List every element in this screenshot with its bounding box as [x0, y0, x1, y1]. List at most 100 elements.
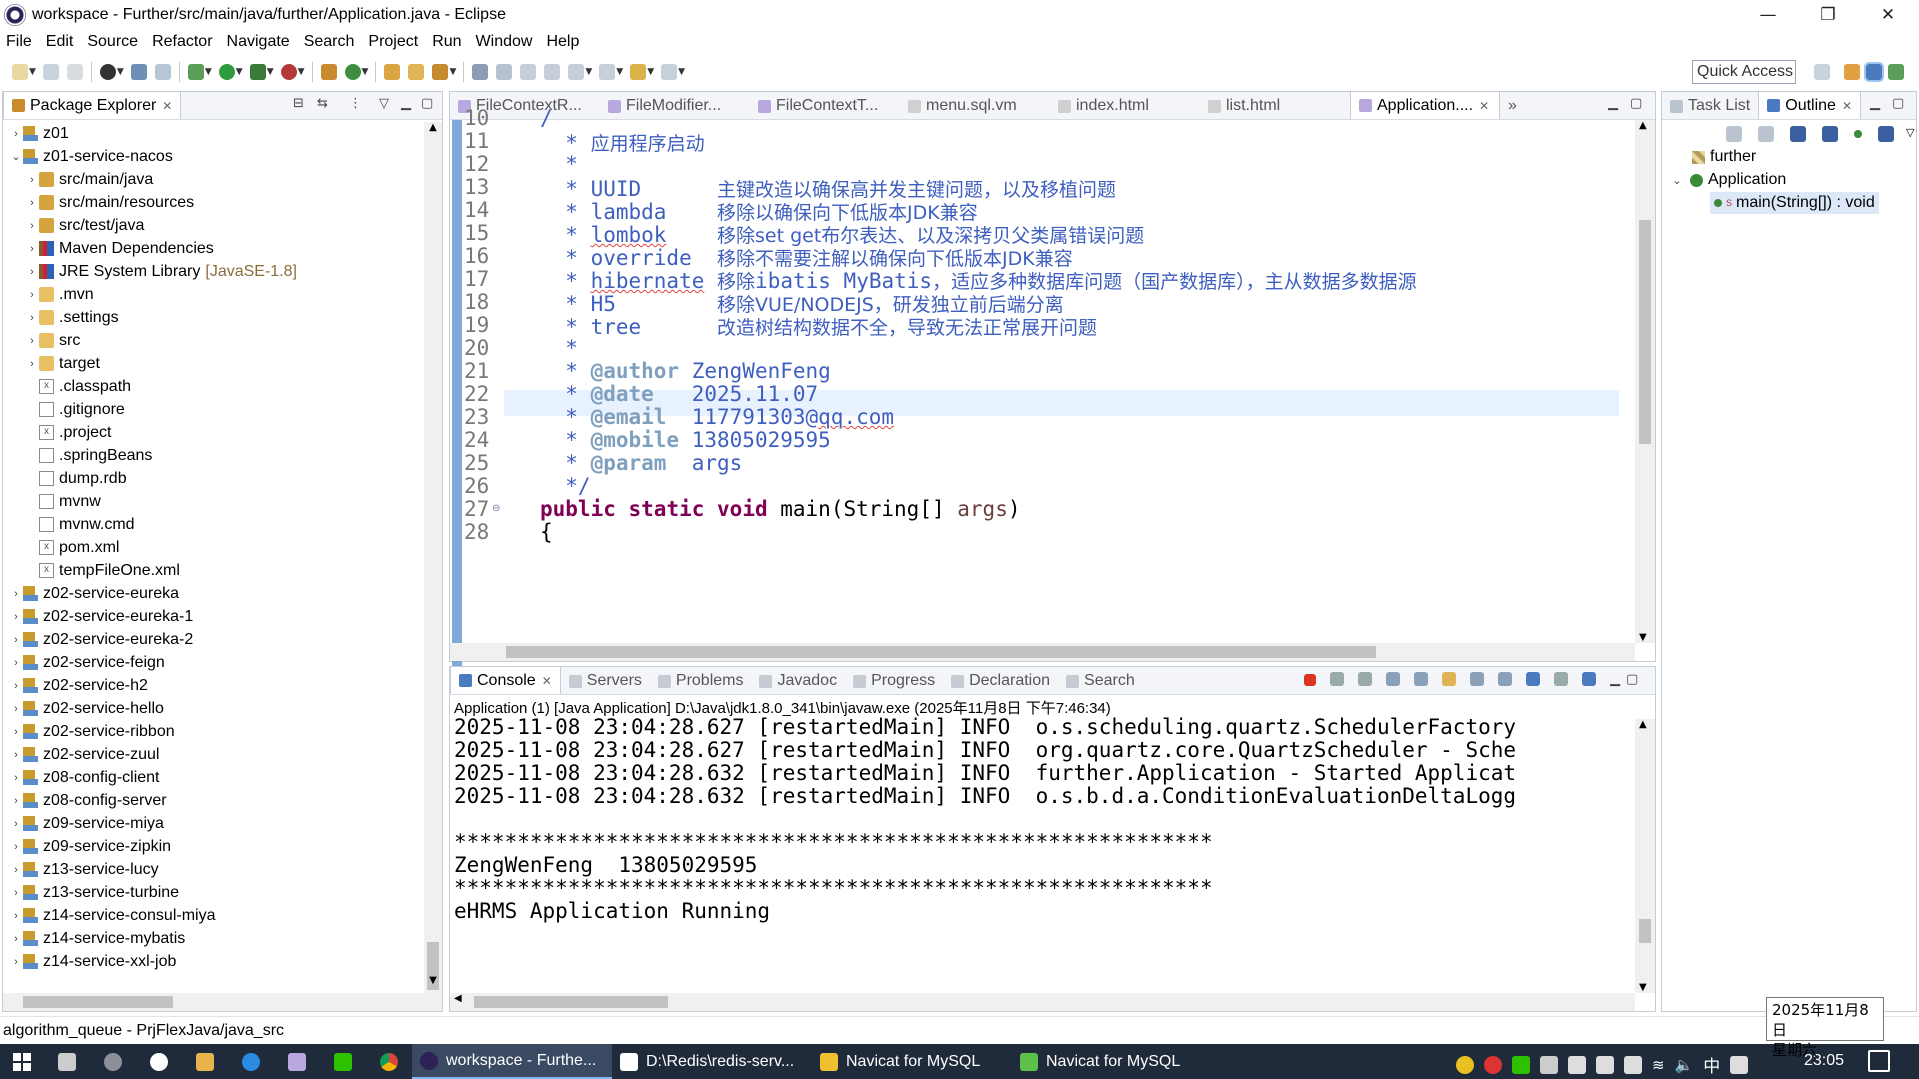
show-stderr-icon[interactable]: [1498, 672, 1512, 686]
tree-item[interactable]: x tempFileOne.xml: [3, 559, 180, 582]
chevron-right-icon[interactable]: ›: [9, 703, 23, 715]
outline-item-package[interactable]: further: [1692, 146, 1756, 168]
view-menu-icon[interactable]: ⋮: [349, 96, 362, 111]
code-line[interactable]: * @email 117791303@qq.com: [540, 405, 894, 429]
tree-item[interactable]: .springBeans: [3, 444, 152, 467]
chevron-down-icon[interactable]: ▼: [585, 67, 592, 77]
tab-outline[interactable]: Outline ✕: [1758, 91, 1862, 119]
chevron-right-icon[interactable]: ›: [9, 818, 23, 830]
show-whitespace-icon[interactable]: [520, 64, 537, 80]
collapse-all-icon[interactable]: ⊟: [293, 96, 304, 111]
tree-item[interactable]: › z13-service-turbine: [3, 881, 179, 904]
tree-item[interactable]: › z13-service-lucy: [3, 858, 158, 881]
tree-item[interactable]: mvnw.cmd: [3, 513, 135, 536]
link-editor-icon[interactable]: ⇆: [317, 96, 328, 111]
console-tab[interactable]: Javadoc: [751, 668, 845, 694]
tree-item[interactable]: › z02-service-eureka: [3, 582, 179, 605]
chevron-down-icon[interactable]: ▼: [205, 67, 212, 77]
hide-fields-icon[interactable]: [1822, 126, 1838, 142]
taskbar-pinned-6[interactable]: [274, 1044, 320, 1079]
chevron-right-icon[interactable]: ›: [25, 243, 39, 255]
chevron-down-icon[interactable]: ▼: [298, 67, 305, 77]
editor-tab[interactable]: list.html: [1200, 93, 1350, 119]
tree-item[interactable]: › JRE System Library [JavaSE-1.8]: [3, 260, 297, 283]
editor-tab[interactable]: Application.... ✕: [1350, 91, 1500, 119]
tree-item[interactable]: x pom.xml: [3, 536, 119, 559]
fold-icon[interactable]: ⊖: [492, 503, 500, 514]
last-edit-location-icon[interactable]: [599, 64, 616, 80]
open-task-icon[interactable]: [408, 64, 425, 80]
debug-perspective-icon[interactable]: [1888, 64, 1904, 80]
scroll-thumb[interactable]: [23, 996, 173, 1008]
chevron-right-icon[interactable]: ›: [25, 289, 39, 301]
word-wrap-icon[interactable]: [1442, 672, 1456, 686]
volume-icon[interactable]: 🔈: [1675, 1056, 1694, 1074]
tree-item[interactable]: › Maven Dependencies: [3, 237, 214, 260]
quick-access-input[interactable]: Quick Access: [1692, 60, 1796, 84]
chevron-down-icon[interactable]: ▼: [29, 67, 36, 77]
tree-item[interactable]: mvnw: [3, 490, 101, 513]
chevron-right-icon[interactable]: ›: [9, 772, 23, 784]
close-button[interactable]: ✕: [1858, 0, 1918, 30]
console-vertical-scrollbar[interactable]: ▲ ▼: [1635, 719, 1655, 993]
menu-window[interactable]: Window: [476, 33, 533, 51]
minimize-view-icon[interactable]: ▁: [1870, 96, 1880, 111]
terminal-icon[interactable]: [130, 64, 147, 80]
close-icon[interactable]: ✕: [1842, 99, 1852, 113]
chevron-right-icon[interactable]: ›: [9, 634, 23, 646]
chevron-down-icon[interactable]: ▼: [449, 67, 456, 77]
package-tree-vertical-scrollbar[interactable]: ▲ ▼: [424, 122, 442, 993]
tree-item[interactable]: › z14-service-mybatis: [3, 927, 185, 950]
close-icon[interactable]: ✕: [162, 99, 172, 113]
code-line[interactable]: * @param args: [540, 451, 742, 475]
code-line[interactable]: * @author ZengWenFeng: [540, 359, 831, 383]
external-tools-icon[interactable]: [280, 64, 297, 80]
open-perspective-icon[interactable]: [1814, 64, 1830, 80]
tree-item[interactable]: › z09-service-miya: [3, 812, 164, 835]
clear-console-icon[interactable]: [1386, 672, 1400, 686]
tree-item[interactable]: › src/test/java: [3, 214, 144, 237]
tray-app-icon[interactable]: [1484, 1055, 1502, 1074]
taskbar-pinned-4[interactable]: [182, 1044, 228, 1079]
tree-item[interactable]: › src/main/java: [3, 168, 153, 191]
editor-tab[interactable]: menu.sql.vm: [900, 93, 1050, 119]
menu-run[interactable]: Run: [432, 33, 461, 51]
scroll-thumb[interactable]: [474, 996, 668, 1008]
maximize-view-icon[interactable]: ▢: [1630, 96, 1642, 111]
new-class-icon[interactable]: [344, 64, 361, 80]
tree-item[interactable]: › src/main/resources: [3, 191, 194, 214]
tree-item[interactable]: .gitignore: [3, 398, 125, 421]
taskbar-app-redis[interactable]: D:\Redis\redis-serv...: [612, 1044, 812, 1079]
chevron-right-icon[interactable]: ›: [25, 266, 39, 278]
console-horizontal-scrollbar[interactable]: ◀: [450, 993, 1635, 1011]
skip-breakpoints-icon[interactable]: [154, 64, 171, 80]
taskbar-pinned-2[interactable]: [90, 1044, 136, 1079]
display-console-icon[interactable]: [1554, 672, 1568, 686]
chevron-right-icon[interactable]: ›: [25, 335, 39, 347]
view-menu-chevron-icon[interactable]: ▽: [379, 96, 389, 111]
menu-refactor[interactable]: Refactor: [152, 33, 212, 51]
tree-item[interactable]: › z02-service-eureka-1: [3, 605, 193, 628]
tree-item[interactable]: › z02-service-feign: [3, 651, 165, 674]
chevron-down-icon[interactable]: ▼: [117, 67, 124, 77]
chevron-right-icon[interactable]: ›: [25, 358, 39, 370]
back-icon[interactable]: [630, 64, 647, 80]
chevron-right-icon[interactable]: ›: [25, 174, 39, 186]
wifi-icon[interactable]: ≋: [1652, 1056, 1665, 1074]
code-line[interactable]: *: [540, 336, 578, 360]
focus-icon[interactable]: [1726, 126, 1742, 142]
battery-icon[interactable]: [1624, 1055, 1642, 1074]
toggle-mark-occurrences-icon[interactable]: [472, 64, 489, 80]
profile-icon[interactable]: [99, 64, 116, 80]
menu-file[interactable]: File: [6, 33, 32, 51]
close-icon[interactable]: ✕: [1479, 99, 1489, 113]
tray-app-icon[interactable]: [1540, 1055, 1558, 1074]
save-all-icon[interactable]: [66, 64, 83, 80]
chevron-right-icon[interactable]: ›: [9, 887, 23, 899]
taskbar-app-navicat-1[interactable]: Navicat for MySQL: [812, 1044, 1012, 1079]
editor-vertical-scrollbar[interactable]: ▲ ▼: [1635, 120, 1655, 643]
editor-tab[interactable]: FileContextT...: [750, 93, 900, 119]
debug-icon[interactable]: [187, 64, 204, 80]
display-icon[interactable]: [1596, 1055, 1614, 1074]
tree-item[interactable]: x .project: [3, 421, 111, 444]
